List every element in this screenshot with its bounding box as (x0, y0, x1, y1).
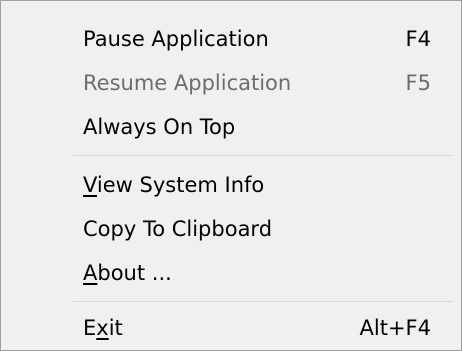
menu-item-label: Always On Top (83, 115, 236, 139)
label-start: E (83, 316, 97, 340)
menu-item-exit[interactable]: Exit Alt+F4 (1, 306, 461, 350)
context-menu: Pause Application F4 Resume Application … (0, 0, 462, 351)
menu-item-shortcut: Alt+F4 (359, 316, 431, 340)
menu-item-pause-application[interactable]: Pause Application F4 (1, 17, 461, 61)
menu-item-label: Copy To Clipboard (83, 217, 273, 241)
menu-separator (73, 155, 453, 156)
label-rest: it (108, 316, 123, 340)
menu-item-label: Pause Application (83, 27, 269, 51)
menu-item-label: About ... (83, 261, 172, 285)
menu-item-label: Resume Application (83, 71, 292, 95)
label-rest: bout ... (97, 261, 172, 285)
label-rest: iew System Info (96, 173, 265, 197)
menu-separator (73, 301, 453, 302)
menu-item-view-system-info[interactable]: View System Info (1, 163, 461, 207)
mnemonic-letter: x (96, 316, 109, 340)
menu-item-shortcut: F5 (405, 71, 431, 95)
menu-item-resume-application: Resume Application F5 (1, 61, 461, 105)
menu-item-always-on-top[interactable]: Always On Top (1, 105, 461, 149)
menu-item-label: View System Info (83, 173, 264, 197)
mnemonic-letter: V (83, 173, 97, 197)
menu-item-copy-to-clipboard[interactable]: Copy To Clipboard (1, 207, 461, 251)
menu-item-about[interactable]: About ... (1, 251, 461, 295)
menu-item-label: Exit (83, 316, 123, 340)
mnemonic-letter: A (83, 261, 98, 285)
menu-item-shortcut: F4 (405, 27, 431, 51)
